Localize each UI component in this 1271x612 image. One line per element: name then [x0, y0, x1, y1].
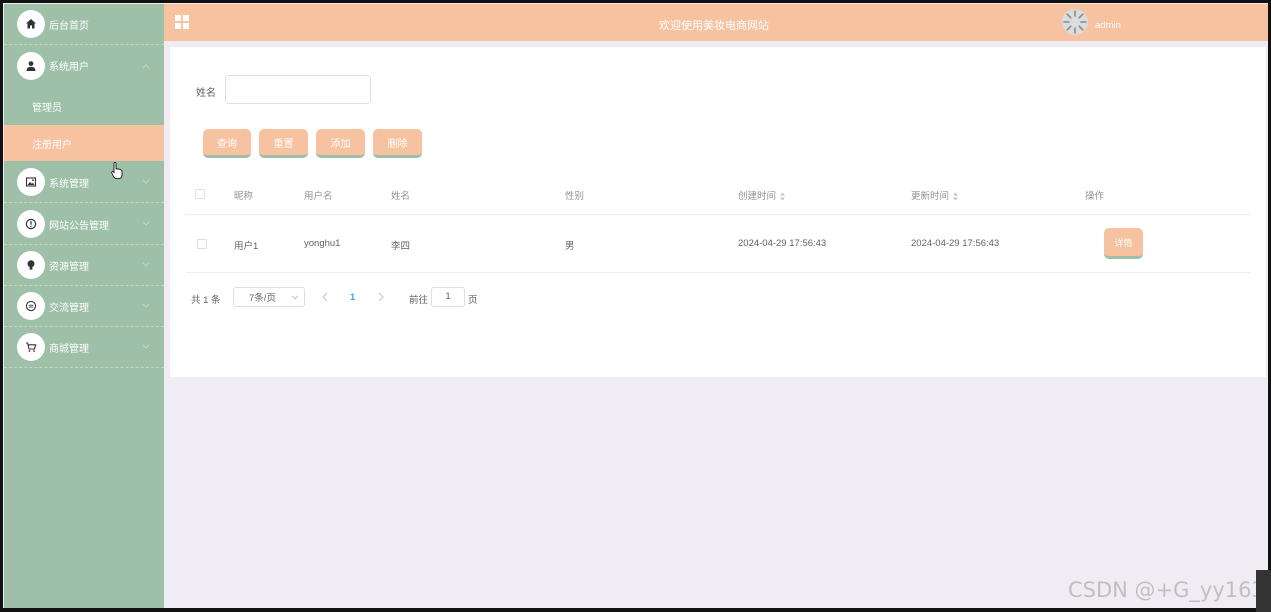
submenu-label: 注册用户: [32, 139, 72, 151]
sidebar-item-label: 后台首页: [49, 20, 89, 32]
chevron-up-icon: [142, 63, 150, 68]
top-header: 欢迎使用美妆电商网站 admin: [164, 4, 1268, 41]
sidebar-item-label: 商城管理: [49, 343, 89, 355]
column-header-updated[interactable]: 更新时间: [911, 188, 959, 202]
add-button[interactable]: 添加: [316, 129, 365, 158]
select-all-checkbox[interactable]: [195, 189, 205, 199]
sort-icon[interactable]: [779, 192, 786, 201]
sidebar-item-label: 系统用户: [49, 62, 89, 73]
cell-gender: 男: [565, 241, 575, 252]
goto-label: 前往: [409, 295, 429, 306]
column-header: 姓名: [391, 191, 411, 202]
query-button[interactable]: 查询: [203, 129, 251, 158]
column-header: 昵称: [234, 191, 254, 202]
submenu-admins[interactable]: 管理员: [4, 88, 164, 124]
sidebar-item-system-users[interactable]: 系统用户: [4, 45, 164, 86]
image-icon: [17, 168, 45, 196]
cell-username: yonghu1: [304, 238, 341, 249]
page-size-value: 7条/页: [249, 293, 276, 304]
page-title: 欢迎使用美妆电商网站: [659, 20, 769, 32]
sidebar-item-label: 系统管理: [49, 178, 89, 190]
column-header: 操作: [1085, 191, 1105, 202]
user-icon: [17, 51, 45, 80]
column-header-created[interactable]: 创建时间: [738, 188, 786, 202]
cell-created: 2024-04-29 17:56:43: [738, 238, 827, 249]
delete-button[interactable]: 删除: [373, 129, 422, 158]
chevron-down-icon: [142, 221, 150, 226]
row-checkbox[interactable]: [197, 239, 207, 249]
goto-page-input[interactable]: 1: [431, 287, 465, 307]
chevron-down-icon: [142, 262, 150, 267]
sidebar-item-announcements[interactable]: 网站公告管理: [4, 204, 164, 245]
cell-name: 李四: [391, 241, 411, 252]
submenu-registered-users[interactable]: 注册用户: [4, 125, 164, 161]
search-label: 姓名: [196, 88, 216, 99]
watermark: CSDN @+G_yy163: [1068, 578, 1265, 602]
app-frame: 后台首页 系统用户 管理员 注册用户 系统管理 网站公告管理 资源管理 交流管理…: [0, 0, 1271, 612]
sidebar-item-home[interactable]: 后台首页: [4, 4, 164, 45]
column-header: 性别: [565, 191, 585, 202]
sidebar-item-communication[interactable]: 交流管理: [4, 286, 164, 327]
screen-corner: [1256, 570, 1271, 612]
cart-icon: [17, 333, 45, 361]
sidebar-item-label: 交流管理: [49, 302, 89, 314]
main-panel: 姓名 查询 重置 添加 删除 昵称 用户名 姓名 性别 创建时间 更新时间 操作…: [170, 47, 1266, 377]
name-search-input[interactable]: [225, 75, 371, 104]
submenu-label: 管理员: [32, 102, 62, 114]
sort-icon[interactable]: [952, 192, 959, 201]
prev-page-icon[interactable]: [321, 292, 329, 302]
header-divider: [186, 214, 1251, 215]
sidebar-item-label: 资源管理: [49, 261, 89, 273]
admin-username[interactable]: admin: [1095, 20, 1121, 31]
chevron-down-icon: [142, 303, 150, 308]
reset-button[interactable]: 重置: [259, 129, 308, 158]
page-unit-label: 页: [468, 295, 478, 306]
sidebar-item-system-management[interactable]: 系统管理: [4, 162, 164, 203]
alert-icon: [17, 210, 45, 238]
sidebar-item-label: 网站公告管理: [49, 220, 109, 232]
avatar[interactable]: [1061, 8, 1089, 36]
sidebar: 后台首页 系统用户 管理员 注册用户 系统管理 网站公告管理 资源管理 交流管理…: [4, 4, 164, 608]
column-header-label: 创建时间: [738, 191, 777, 202]
cell-updated: 2024-04-29 17:56:43: [911, 238, 1000, 249]
detail-button[interactable]: 详情: [1104, 228, 1143, 259]
row-divider: [186, 272, 1251, 273]
column-header: 用户名: [304, 191, 333, 202]
sidebar-item-resources[interactable]: 资源管理: [4, 245, 164, 286]
cell-nickname: 用户1: [234, 241, 259, 252]
menu-grid-icon[interactable]: [174, 14, 190, 30]
page-size-select[interactable]: 7条/页: [233, 287, 305, 307]
current-page[interactable]: 1: [350, 292, 355, 303]
column-header-label: 更新时间: [911, 191, 950, 202]
sidebar-item-shop[interactable]: 商城管理: [4, 327, 164, 368]
bulb-icon: [17, 251, 45, 279]
chevron-down-icon: [142, 179, 150, 184]
home-icon: [17, 10, 45, 38]
hand-cursor-icon: [111, 162, 123, 179]
chevron-down-icon: [291, 295, 299, 300]
chevron-down-icon: [142, 344, 150, 349]
chat-icon: [17, 292, 45, 320]
total-count: 共 1 条: [191, 295, 221, 306]
next-page-icon[interactable]: [377, 292, 385, 302]
